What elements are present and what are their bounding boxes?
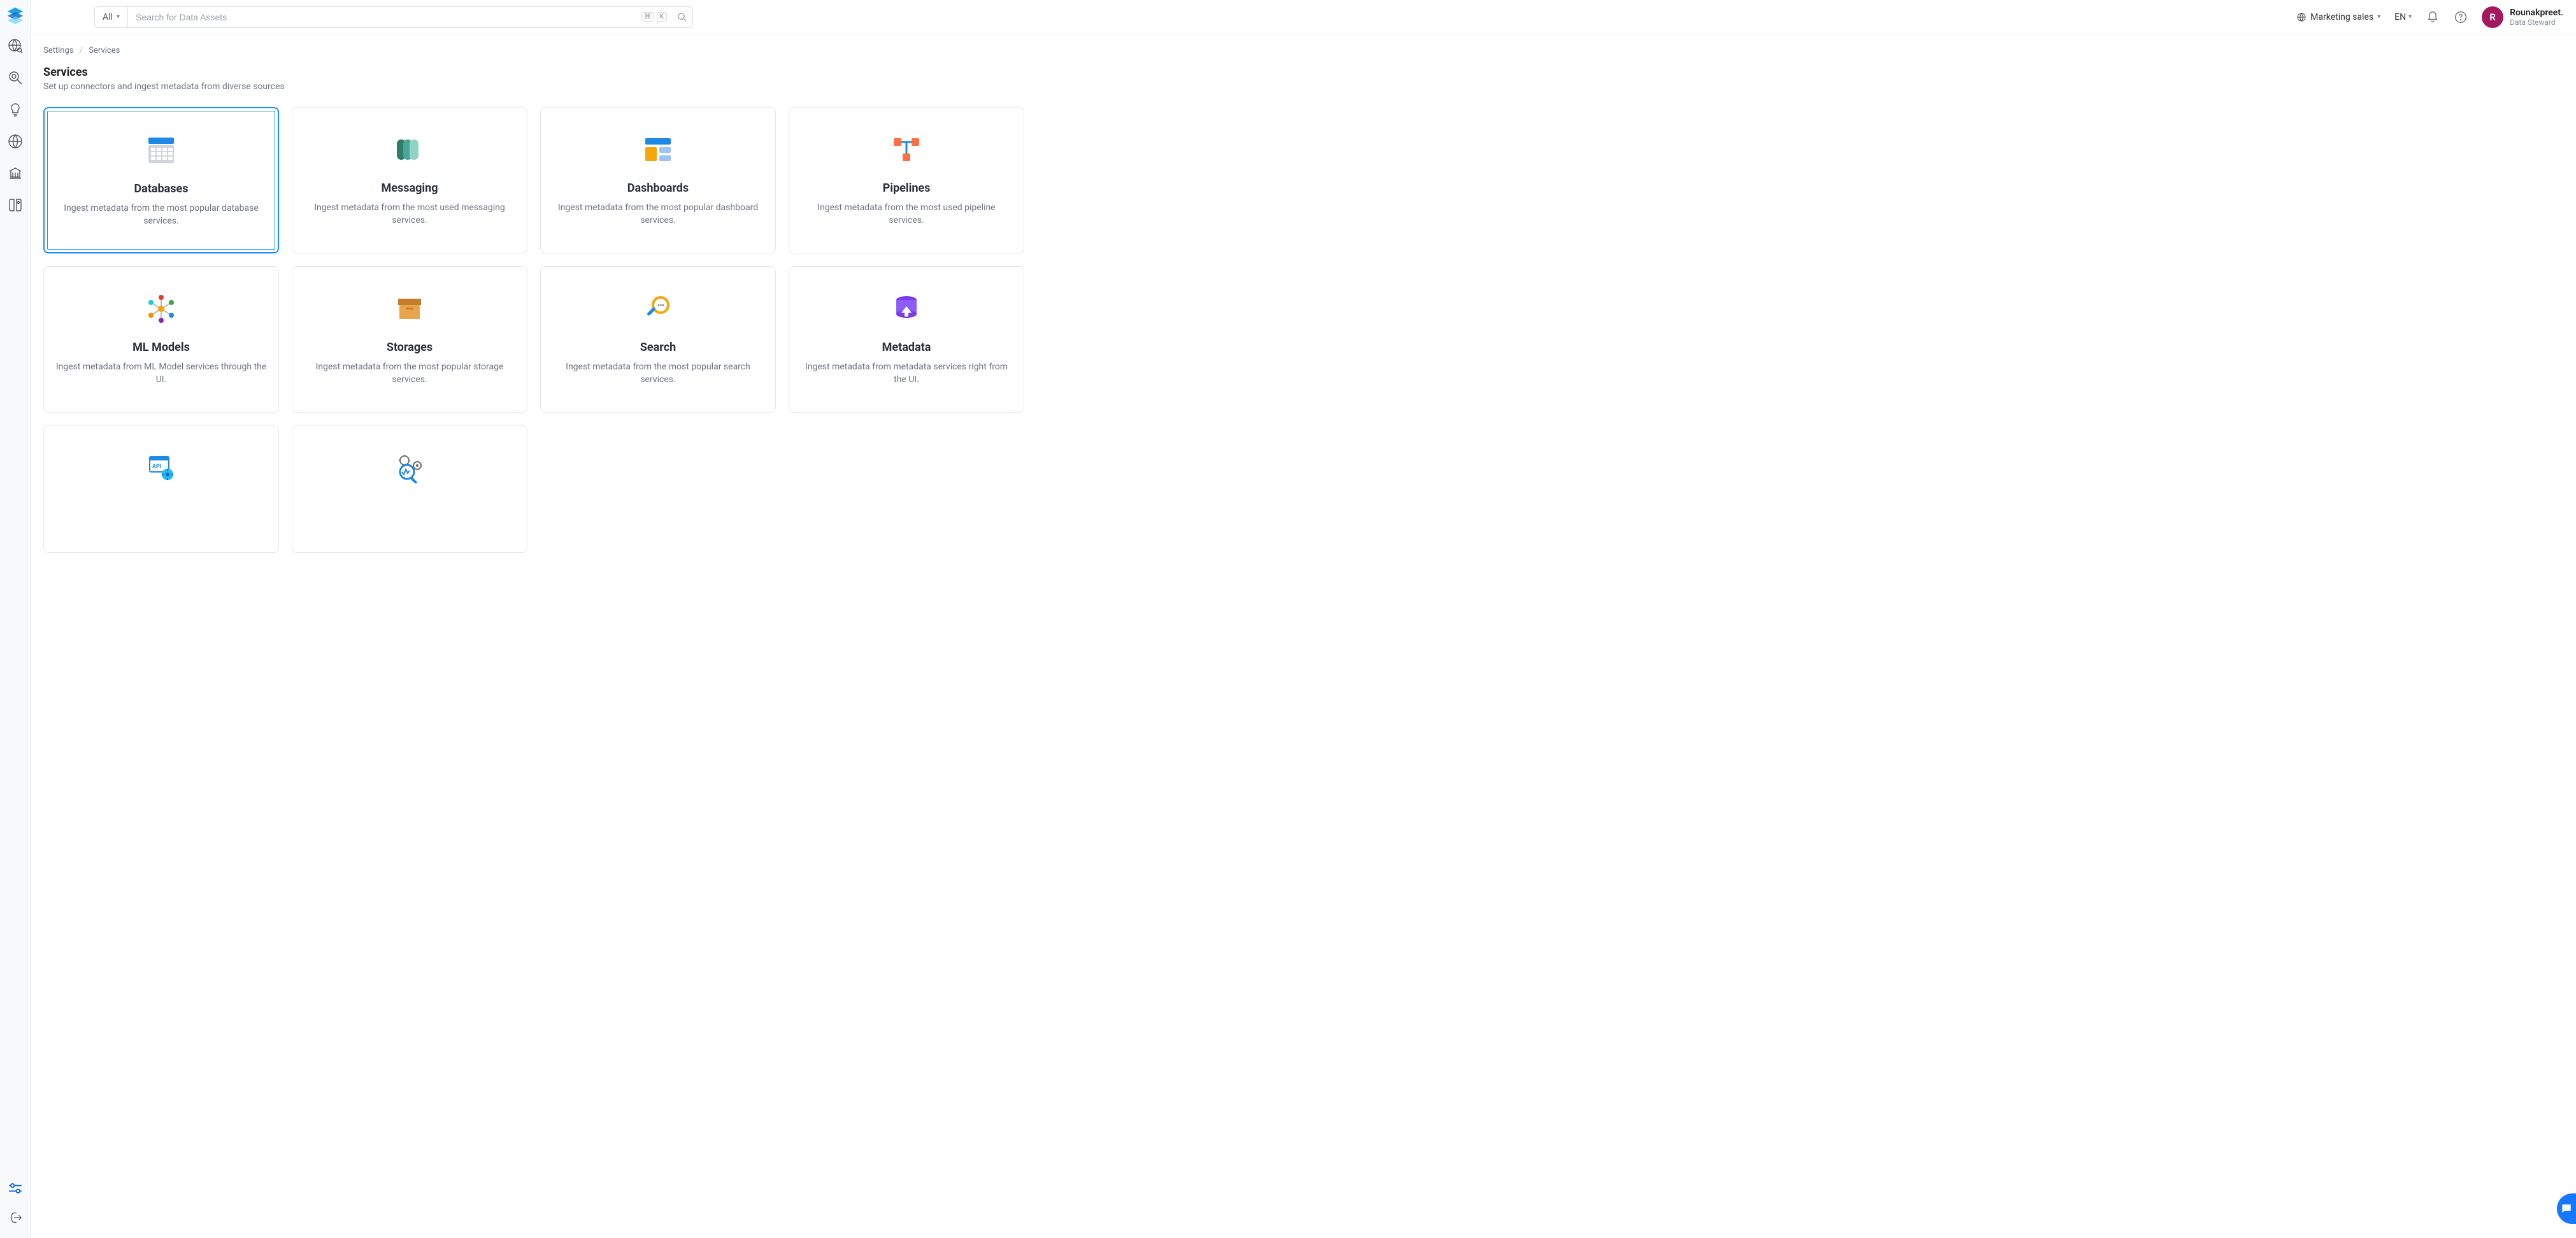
search-filter-label: All [103,12,113,22]
left-sidebar [0,0,31,1238]
service-card-storages[interactable]: Storages Ingest metadata from the most p… [292,266,527,413]
user-role: Data Steward [2510,18,2563,27]
shortcut-key: K [657,12,667,22]
service-card-mlmodels[interactable]: ML Models Ingest metadata from ML Model … [43,266,279,413]
globe-icon [2296,12,2307,22]
avatar: R [2482,6,2503,28]
breadcrumb: Settings / Services [43,46,2563,55]
sidebar-item-discover[interactable] [6,69,24,87]
sidebar-bottom [6,1179,24,1238]
card-desc: Ingest metadata from the most popular st… [304,360,515,387]
card-desc: Ingest metadata from the most popular se… [552,360,764,387]
card-desc: Ingest metadata from metadata services r… [801,360,1012,387]
sidebar-item-domains[interactable] [6,132,24,150]
storages-icon [393,292,426,325]
messaging-icon [393,133,426,166]
service-card-messaging[interactable]: Messaging Ingest metadata from the most … [292,107,527,253]
breadcrumb-services: Services [89,46,120,55]
card-desc: Ingest metadata from the most used messa… [304,201,515,227]
card-title: Pipelines [883,181,931,195]
card-desc: Ingest metadata from the most popular da… [552,201,764,227]
search-svc-icon [641,292,675,325]
dashboards-icon [641,133,675,166]
top-bar: All ▾ ⌘ K Marketing sales ▾ EN ▾ R [31,0,2576,34]
service-card-observability[interactable] [292,425,527,553]
metadata-icon [890,292,923,325]
service-cards-grid: Databases Ingest metadata from the most … [43,107,2563,553]
card-desc: Ingest metadata from the most used pipel… [801,201,1012,227]
card-title: Dashboards [627,181,689,195]
search-input[interactable] [128,12,641,22]
service-card-dashboards[interactable]: Dashboards Ingest metadata from the most… [540,107,776,253]
search-button[interactable] [672,7,692,27]
sidebar-item-governance[interactable] [6,164,24,182]
chevron-down-icon: ▾ [2377,13,2380,20]
service-card-pipelines[interactable]: Pipelines Ingest metadata from the most … [789,107,1024,253]
sidebar-item-insights[interactable] [6,101,24,118]
mlmodels-icon [145,292,178,325]
sidebar-item-settings[interactable] [6,1179,24,1197]
card-desc: Ingest metadata from ML Model services t… [55,360,267,387]
api-icon: API [145,452,178,485]
workspace-picker[interactable]: Marketing sales ▾ [2296,12,2380,22]
global-search: All ▾ ⌘ K [94,6,693,28]
search-filter-dropdown[interactable]: All ▾ [95,7,128,27]
service-card-api[interactable]: API [43,425,279,553]
topbar-right: Marketing sales ▾ EN ▾ R Rounakpreet. Da… [2296,6,2563,28]
service-card-databases[interactable]: Databases Ingest metadata from the most … [43,107,279,253]
app-logo[interactable] [6,6,24,24]
language-label: EN [2394,12,2406,22]
help-button[interactable] [2454,10,2468,24]
user-menu[interactable]: R Rounakpreet. Data Steward [2482,6,2563,28]
sidebar-nav [6,37,24,1179]
user-name: Rounakpreet. [2510,8,2563,18]
card-title: Messaging [381,181,438,195]
search-shortcut: ⌘ K [641,12,667,22]
card-title: ML Models [132,341,190,354]
pipelines-icon [890,133,923,166]
language-picker[interactable]: EN ▾ [2394,12,2412,22]
card-title: Storages [387,341,433,354]
bell-icon [2426,11,2439,24]
sidebar-item-glossary[interactable] [6,196,24,214]
breadcrumb-settings[interactable]: Settings [43,46,73,55]
page-subtitle: Set up connectors and ingest metadata fr… [43,82,2563,92]
page-title: Services [43,66,2563,79]
svg-text:API: API [152,464,161,470]
chevron-down-icon: ▾ [117,13,120,20]
databases-icon [145,134,178,167]
service-card-metadata[interactable]: Metadata Ingest metadata from metadata s… [789,266,1024,413]
card-desc: Ingest metadata from the most popular da… [56,202,266,228]
shortcut-key: ⌘ [641,12,654,22]
chevron-down-icon: ▾ [2408,13,2412,20]
chat-icon [2560,1202,2573,1215]
card-title: Databases [134,182,188,196]
breadcrumb-separator: / [80,46,83,55]
user-text: Rounakpreet. Data Steward [2510,8,2563,27]
avatar-initial: R [2489,11,2496,23]
sidebar-item-logout[interactable] [6,1209,24,1227]
main-content: Settings / Services Services Set up conn… [31,34,2576,1238]
service-card-search[interactable]: Search Ingest metadata from the most pop… [540,266,776,413]
card-title: Search [640,341,676,354]
workspace-label: Marketing sales [2310,12,2373,22]
notifications-button[interactable] [2426,10,2440,24]
observability-icon [393,452,426,485]
help-icon [2454,11,2467,24]
sidebar-item-explore[interactable] [6,37,24,55]
card-title: Metadata [882,341,931,354]
